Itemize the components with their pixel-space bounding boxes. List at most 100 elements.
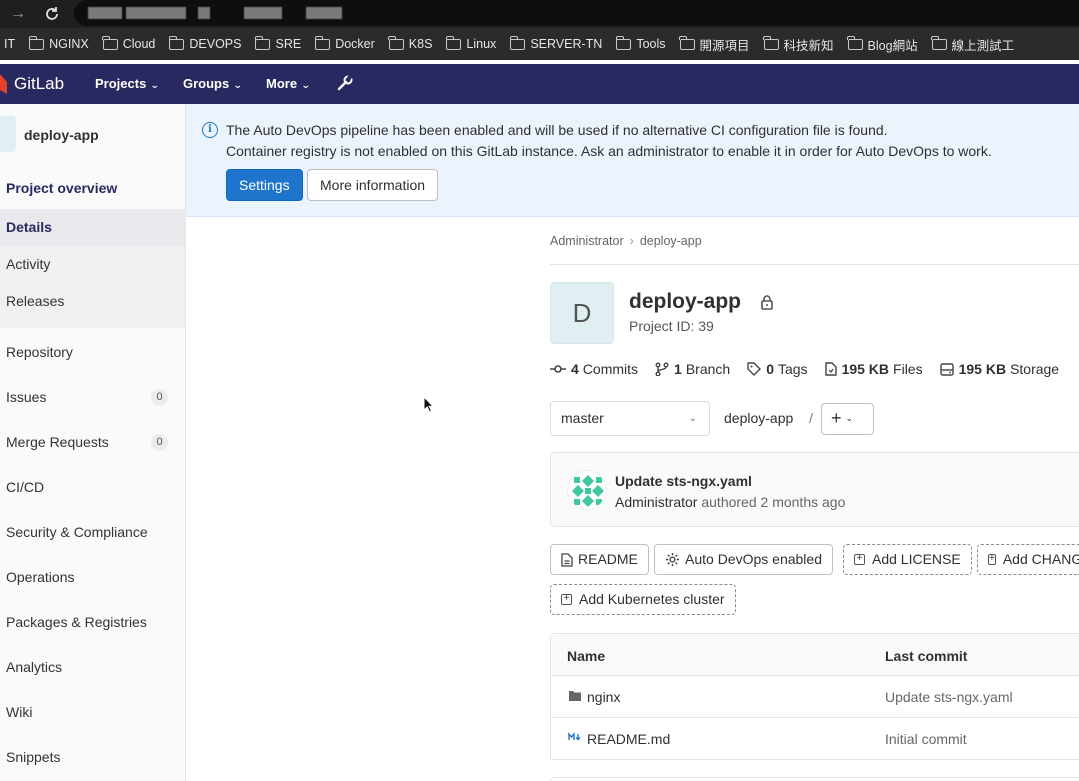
sidebar-sub-activity[interactable]: Activity	[0, 246, 185, 283]
sidebar-item-packages-registries[interactable]: Packages & Registries	[0, 614, 185, 630]
sidebar-item-ci-cd[interactable]: CI/CD	[0, 479, 185, 495]
storage-stat[interactable]: 195 KB Storage	[939, 361, 1059, 377]
divider	[550, 264, 1079, 265]
commit-meta: Administrator authored 2 months ago	[615, 494, 846, 510]
mouse-cursor-icon	[423, 396, 435, 413]
bookmark-folder[interactable]: 線上測試工	[931, 35, 1014, 54]
bookmark-folder[interactable]: K8S	[388, 35, 432, 51]
address-bar[interactable]	[74, 0, 1079, 26]
sidebar-sub-details[interactable]: Details	[0, 209, 185, 246]
info-icon: i	[202, 122, 218, 138]
settings-button[interactable]: Settings	[226, 169, 303, 201]
bookmarks-bar: IT NGINX Cloud DEVOPS SRE Docker K8S Lin…	[0, 28, 1079, 60]
auto-devops-alert: i The Auto DevOps pipeline has been enab…	[186, 104, 1079, 217]
file-name-link[interactable]: README.md	[587, 731, 670, 747]
folder-icon	[28, 35, 45, 50]
readme-button[interactable]: README	[550, 544, 649, 575]
commit-author-link[interactable]: Administrator	[615, 494, 697, 510]
sidebar-item-wiki[interactable]: Wiki	[0, 704, 185, 720]
commit-icon	[550, 365, 566, 373]
column-header-name: Name	[567, 648, 606, 664]
nav-more[interactable]: More ⌄	[266, 76, 311, 91]
table-row[interactable]: README.md Initial commit	[551, 718, 1079, 760]
chevron-down-icon: ⌄	[845, 413, 854, 423]
gitlab-logo-icon[interactable]	[0, 74, 7, 94]
gitlab-header: GitLab Projects ⌄ Groups ⌄ More ⌄	[0, 64, 1079, 104]
file-icon	[824, 362, 837, 376]
sidebar-item-analytics[interactable]: Analytics	[0, 659, 185, 675]
commit-title-link[interactable]: Update sts-ngx.yaml	[615, 473, 752, 489]
project-avatar[interactable]	[0, 116, 16, 152]
bookmark-folder[interactable]: Docker	[314, 35, 375, 51]
storage-icon	[939, 362, 954, 376]
breadcrumb-separator-icon: ›	[629, 234, 634, 248]
author-avatar[interactable]	[567, 470, 607, 510]
gitlab-brand[interactable]: GitLab	[14, 74, 64, 94]
chevron-down-icon: ⌄	[300, 80, 311, 90]
bookmark-folder[interactable]: NGINX	[28, 35, 89, 51]
bookmark-folder[interactable]: Cloud	[102, 35, 155, 51]
column-header-last-commit: Last commit	[885, 648, 968, 664]
bookmark-it[interactable]: IT	[4, 37, 15, 51]
sidebar-item-issues[interactable]: Issues 0	[0, 389, 185, 406]
branch-selector[interactable]: master ⌄	[550, 401, 710, 436]
bookmark-folder[interactable]: SRE	[254, 35, 301, 51]
bookmark-folder[interactable]: 科技新知	[763, 35, 834, 54]
file-name-link[interactable]: nginx	[587, 689, 620, 705]
lock-icon	[761, 295, 773, 310]
sidebar-item-repository[interactable]: Repository	[0, 344, 185, 360]
folder-icon	[314, 35, 331, 50]
bookmark-folder[interactable]: Linux	[445, 35, 496, 51]
file-last-commit-link[interactable]: Update sts-ngx.yaml	[885, 689, 1013, 705]
sidebar-item-merge-requests[interactable]: Merge Requests 0	[0, 434, 185, 451]
issues-count-badge: 0	[151, 389, 168, 406]
add-to-tree-dropdown[interactable]: + ⌄	[821, 403, 874, 435]
file-text-icon	[561, 552, 573, 567]
table-row[interactable]: nginx Update sts-ngx.yaml	[551, 676, 1079, 718]
reload-icon[interactable]	[42, 4, 62, 24]
plus-square-icon: +	[854, 554, 865, 565]
forward-icon[interactable]: →	[8, 4, 28, 24]
bookmark-folder[interactable]: Blog網站	[847, 35, 918, 54]
sidebar-item-snippets[interactable]: Snippets	[0, 749, 185, 765]
folder-icon	[763, 35, 779, 50]
bookmark-folder[interactable]: 開源項目	[679, 35, 750, 54]
plus-square-icon: +	[561, 594, 572, 605]
readme-panel-edge	[550, 777, 1079, 781]
bookmark-folder[interactable]: SERVER-TN	[509, 35, 602, 51]
wrench-icon[interactable]	[336, 74, 354, 92]
tags-stat[interactable]: 0 Tags	[747, 361, 808, 377]
sidebar-sub-releases[interactable]: Releases	[0, 283, 185, 320]
commits-stat[interactable]: 4 Commits	[550, 361, 638, 377]
breadcrumb-current[interactable]: deploy-app	[640, 234, 702, 248]
repo-path-root[interactable]: deploy-app	[724, 410, 793, 426]
chevron-down-icon: ⌄	[150, 80, 160, 90]
sidebar-item-project-overview[interactable]: Project overview	[0, 180, 185, 196]
sidebar-item-security-compliance[interactable]: Security & Compliance	[0, 524, 185, 540]
chevron-down-icon: ⌄	[233, 80, 243, 90]
branch-stat[interactable]: 1 Branch	[655, 361, 730, 377]
nav-groups[interactable]: Groups ⌄	[183, 76, 243, 91]
breadcrumb-root[interactable]: Administrator	[550, 234, 624, 248]
files-stat[interactable]: 195 KB Files	[824, 361, 923, 377]
sidebar-project-name[interactable]: deploy-app	[24, 127, 99, 143]
path-separator: /	[809, 410, 813, 426]
add-license-button[interactable]: + Add LICENSE	[843, 544, 972, 575]
more-information-button[interactable]: More information	[307, 169, 439, 201]
folder-icon	[931, 35, 947, 50]
bookmark-folder[interactable]: Tools	[615, 35, 666, 51]
plus-square-icon: +	[988, 553, 996, 565]
file-last-commit-link[interactable]: Initial commit	[885, 731, 967, 747]
folder-icon	[168, 35, 185, 50]
auto-devops-button[interactable]: Auto DevOps enabled	[654, 544, 833, 575]
table-header: Name Last commit	[551, 634, 1079, 676]
chevron-down-icon: ⌄	[688, 413, 697, 424]
add-changelog-button[interactable]: +Add CHANGELOG	[977, 544, 1079, 575]
bookmark-folder[interactable]: DEVOPS	[168, 35, 241, 51]
nav-projects[interactable]: Projects ⌄	[95, 76, 160, 91]
add-kubernetes-cluster-button[interactable]: + Add Kubernetes cluster	[550, 584, 736, 615]
folder-icon	[388, 35, 404, 50]
sidebar-item-operations[interactable]: Operations	[0, 569, 185, 585]
last-commit-panel: Update sts-ngx.yaml Administrator author…	[550, 452, 1079, 527]
page-title: deploy-app	[629, 290, 742, 313]
